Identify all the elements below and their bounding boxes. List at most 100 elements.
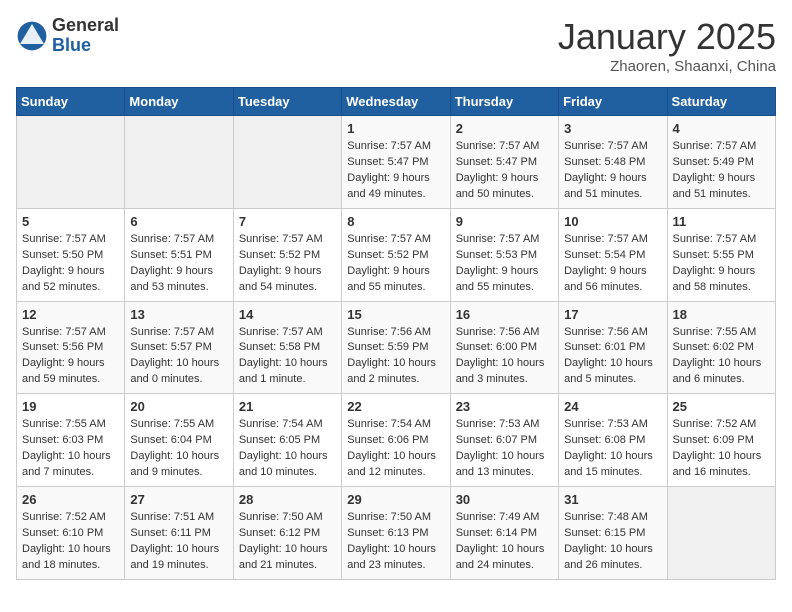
day-cell: 27 Sunrise: 7:51 AM Sunset: 6:11 PM Dayli… [125, 487, 233, 580]
day-info: Sunrise: 7:52 AM Sunset: 6:10 PM Dayligh… [22, 510, 119, 574]
day-number: 18 [673, 307, 770, 322]
day-number: 16 [456, 307, 553, 322]
week-row-2: 5 Sunrise: 7:57 AM Sunset: 5:50 PM Daylig… [17, 208, 776, 301]
page-header: General Blue January 2025 Zhaoren, Shaan… [16, 16, 776, 75]
day-info: Sunrise: 7:50 AM Sunset: 6:12 PM Dayligh… [239, 510, 336, 574]
day-number: 15 [347, 307, 444, 322]
day-number: 22 [347, 399, 444, 414]
day-cell: 5 Sunrise: 7:57 AM Sunset: 5:50 PM Daylig… [17, 208, 125, 301]
day-cell: 13 Sunrise: 7:57 AM Sunset: 5:57 PM Dayli… [125, 301, 233, 394]
weekday-header-row: SundayMondayTuesdayWednesdayThursdayFrid… [17, 88, 776, 116]
day-cell: 9 Sunrise: 7:57 AM Sunset: 5:53 PM Daylig… [450, 208, 558, 301]
day-cell: 17 Sunrise: 7:56 AM Sunset: 6:01 PM Dayli… [559, 301, 667, 394]
title-block: January 2025 Zhaoren, Shaanxi, China [558, 16, 776, 75]
day-number: 9 [456, 214, 553, 229]
day-info: Sunrise: 7:57 AM Sunset: 5:47 PM Dayligh… [347, 139, 444, 203]
day-cell: 15 Sunrise: 7:56 AM Sunset: 5:59 PM Dayli… [342, 301, 450, 394]
week-row-4: 19Sunrise: 7:55 AM Sunset: 6:03 PM Dayli… [17, 394, 776, 487]
day-info: Sunrise: 7:53 AM Sunset: 6:08 PM Dayligh… [564, 417, 661, 481]
location: Zhaoren, Shaanxi, China [558, 58, 776, 75]
day-info: Sunrise: 7:57 AM Sunset: 5:48 PM Dayligh… [564, 139, 661, 203]
day-info: Sunrise: 7:55 AM Sunset: 6:04 PM Dayligh… [130, 417, 227, 481]
day-number: 6 [130, 214, 227, 229]
day-info: Sunrise: 7:56 AM Sunset: 6:01 PM Dayligh… [564, 325, 661, 389]
day-number: 21 [239, 399, 336, 414]
day-number: 13 [130, 307, 227, 322]
day-info: Sunrise: 7:57 AM Sunset: 5:57 PM Dayligh… [130, 325, 227, 389]
week-row-3: 12Sunrise: 7:57 AM Sunset: 5:56 PM Dayli… [17, 301, 776, 394]
day-cell: 3 Sunrise: 7:57 AM Sunset: 5:48 PM Daylig… [559, 116, 667, 209]
day-info: Sunrise: 7:57 AM Sunset: 5:54 PM Dayligh… [564, 232, 661, 296]
day-number: 8 [347, 214, 444, 229]
day-cell: 21 Sunrise: 7:54 AM Sunset: 6:05 PM Dayli… [233, 394, 341, 487]
day-cell: 23Sunrise: 7:53 AM Sunset: 6:07 PM Dayli… [450, 394, 558, 487]
day-number: 26 [22, 492, 119, 507]
day-cell: 10 Sunrise: 7:57 AM Sunset: 5:54 PM Dayli… [559, 208, 667, 301]
day-info: Sunrise: 7:51 AM Sunset: 6:11 PM Dayligh… [130, 510, 227, 574]
day-info: Sunrise: 7:53 AM Sunset: 6:07 PM Dayligh… [456, 417, 553, 481]
day-cell: 7Sunrise: 7:57 AM Sunset: 5:52 PM Daylig… [233, 208, 341, 301]
day-cell: 25 Sunrise: 7:52 AM Sunset: 6:09 PM Dayli… [667, 394, 775, 487]
day-info: Sunrise: 7:49 AM Sunset: 6:14 PM Dayligh… [456, 510, 553, 574]
calendar-table: SundayMondayTuesdayWednesdayThursdayFrid… [16, 87, 776, 580]
day-info: Sunrise: 7:55 AM Sunset: 6:02 PM Dayligh… [673, 325, 770, 389]
day-cell: 30 Sunrise: 7:49 AM Sunset: 6:14 PM Dayli… [450, 487, 558, 580]
day-cell [233, 116, 341, 209]
logo: General Blue [16, 16, 119, 56]
weekday-header-sunday: Sunday [17, 88, 125, 116]
day-number: 14 [239, 307, 336, 322]
day-number: 5 [22, 214, 119, 229]
day-number: 31 [564, 492, 661, 507]
day-number: 11 [673, 214, 770, 229]
day-info: Sunrise: 7:57 AM Sunset: 5:58 PM Dayligh… [239, 325, 336, 389]
day-cell: 22 Sunrise: 7:54 AM Sunset: 6:06 PM Dayli… [342, 394, 450, 487]
logo-text: General Blue [52, 16, 119, 56]
day-cell: 26 Sunrise: 7:52 AM Sunset: 6:10 PM Dayli… [17, 487, 125, 580]
day-info: Sunrise: 7:54 AM Sunset: 6:05 PM Dayligh… [239, 417, 336, 481]
day-number: 30 [456, 492, 553, 507]
day-info: Sunrise: 7:57 AM Sunset: 5:52 PM Dayligh… [239, 232, 336, 296]
day-cell: 28 Sunrise: 7:50 AM Sunset: 6:12 PM Dayli… [233, 487, 341, 580]
day-cell: 12Sunrise: 7:57 AM Sunset: 5:56 PM Dayli… [17, 301, 125, 394]
day-cell: 19Sunrise: 7:55 AM Sunset: 6:03 PM Dayli… [17, 394, 125, 487]
weekday-header-tuesday: Tuesday [233, 88, 341, 116]
day-info: Sunrise: 7:56 AM Sunset: 5:59 PM Dayligh… [347, 325, 444, 389]
weekday-header-thursday: Thursday [450, 88, 558, 116]
week-row-5: 26 Sunrise: 7:52 AM Sunset: 6:10 PM Dayli… [17, 487, 776, 580]
day-number: 2 [456, 121, 553, 136]
day-cell: 20 Sunrise: 7:55 AM Sunset: 6:04 PM Dayli… [125, 394, 233, 487]
day-cell: 14 Sunrise: 7:57 AM Sunset: 5:58 PM Dayli… [233, 301, 341, 394]
day-cell: 2Sunrise: 7:57 AM Sunset: 5:47 PM Daylig… [450, 116, 558, 209]
day-cell [125, 116, 233, 209]
day-info: Sunrise: 7:52 AM Sunset: 6:09 PM Dayligh… [673, 417, 770, 481]
weekday-header-monday: Monday [125, 88, 233, 116]
day-info: Sunrise: 7:54 AM Sunset: 6:06 PM Dayligh… [347, 417, 444, 481]
day-cell: 8Sunrise: 7:57 AM Sunset: 5:52 PM Daylig… [342, 208, 450, 301]
day-number: 24 [564, 399, 661, 414]
day-number: 19 [22, 399, 119, 414]
day-number: 25 [673, 399, 770, 414]
day-info: Sunrise: 7:57 AM Sunset: 5:53 PM Dayligh… [456, 232, 553, 296]
day-info: Sunrise: 7:57 AM Sunset: 5:50 PM Dayligh… [22, 232, 119, 296]
day-info: Sunrise: 7:50 AM Sunset: 6:13 PM Dayligh… [347, 510, 444, 574]
weekday-header-friday: Friday [559, 88, 667, 116]
day-number: 10 [564, 214, 661, 229]
weekday-header-wednesday: Wednesday [342, 88, 450, 116]
day-cell: 18 Sunrise: 7:55 AM Sunset: 6:02 PM Dayli… [667, 301, 775, 394]
day-number: 1 [347, 121, 444, 136]
day-number: 27 [130, 492, 227, 507]
day-number: 4 [673, 121, 770, 136]
day-cell: 6 Sunrise: 7:57 AM Sunset: 5:51 PM Daylig… [125, 208, 233, 301]
day-number: 29 [347, 492, 444, 507]
week-row-1: 1 Sunrise: 7:57 AM Sunset: 5:47 PM Daylig… [17, 116, 776, 209]
day-cell [17, 116, 125, 209]
day-number: 3 [564, 121, 661, 136]
day-info: Sunrise: 7:57 AM Sunset: 5:49 PM Dayligh… [673, 139, 770, 203]
day-cell: 4 Sunrise: 7:57 AM Sunset: 5:49 PM Daylig… [667, 116, 775, 209]
day-info: Sunrise: 7:48 AM Sunset: 6:15 PM Dayligh… [564, 510, 661, 574]
day-number: 20 [130, 399, 227, 414]
day-info: Sunrise: 7:57 AM Sunset: 5:51 PM Dayligh… [130, 232, 227, 296]
day-number: 17 [564, 307, 661, 322]
day-cell: 24 Sunrise: 7:53 AM Sunset: 6:08 PM Dayli… [559, 394, 667, 487]
day-number: 28 [239, 492, 336, 507]
